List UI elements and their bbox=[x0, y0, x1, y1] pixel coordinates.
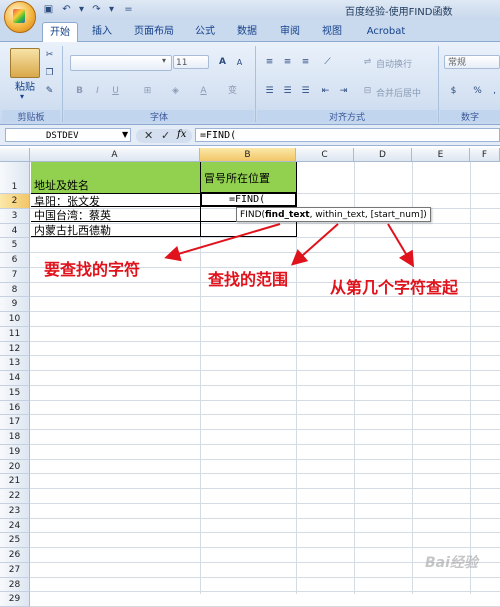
annotation-find-text: 要查找的字符 bbox=[44, 260, 141, 279]
row-header[interactable]: 29 bbox=[0, 592, 30, 607]
arrow-find-text bbox=[164, 223, 281, 262]
office-button[interactable] bbox=[4, 1, 36, 33]
office-logo-icon bbox=[13, 9, 25, 23]
arrow-within-text bbox=[291, 223, 339, 266]
arrow-start-num bbox=[387, 223, 415, 268]
watermark-logo: Bai经验 bbox=[425, 555, 478, 571]
annotation-start-num: 从第几个字符查起 bbox=[330, 278, 459, 297]
annotation-within-text: 查找的范围 bbox=[208, 270, 289, 289]
